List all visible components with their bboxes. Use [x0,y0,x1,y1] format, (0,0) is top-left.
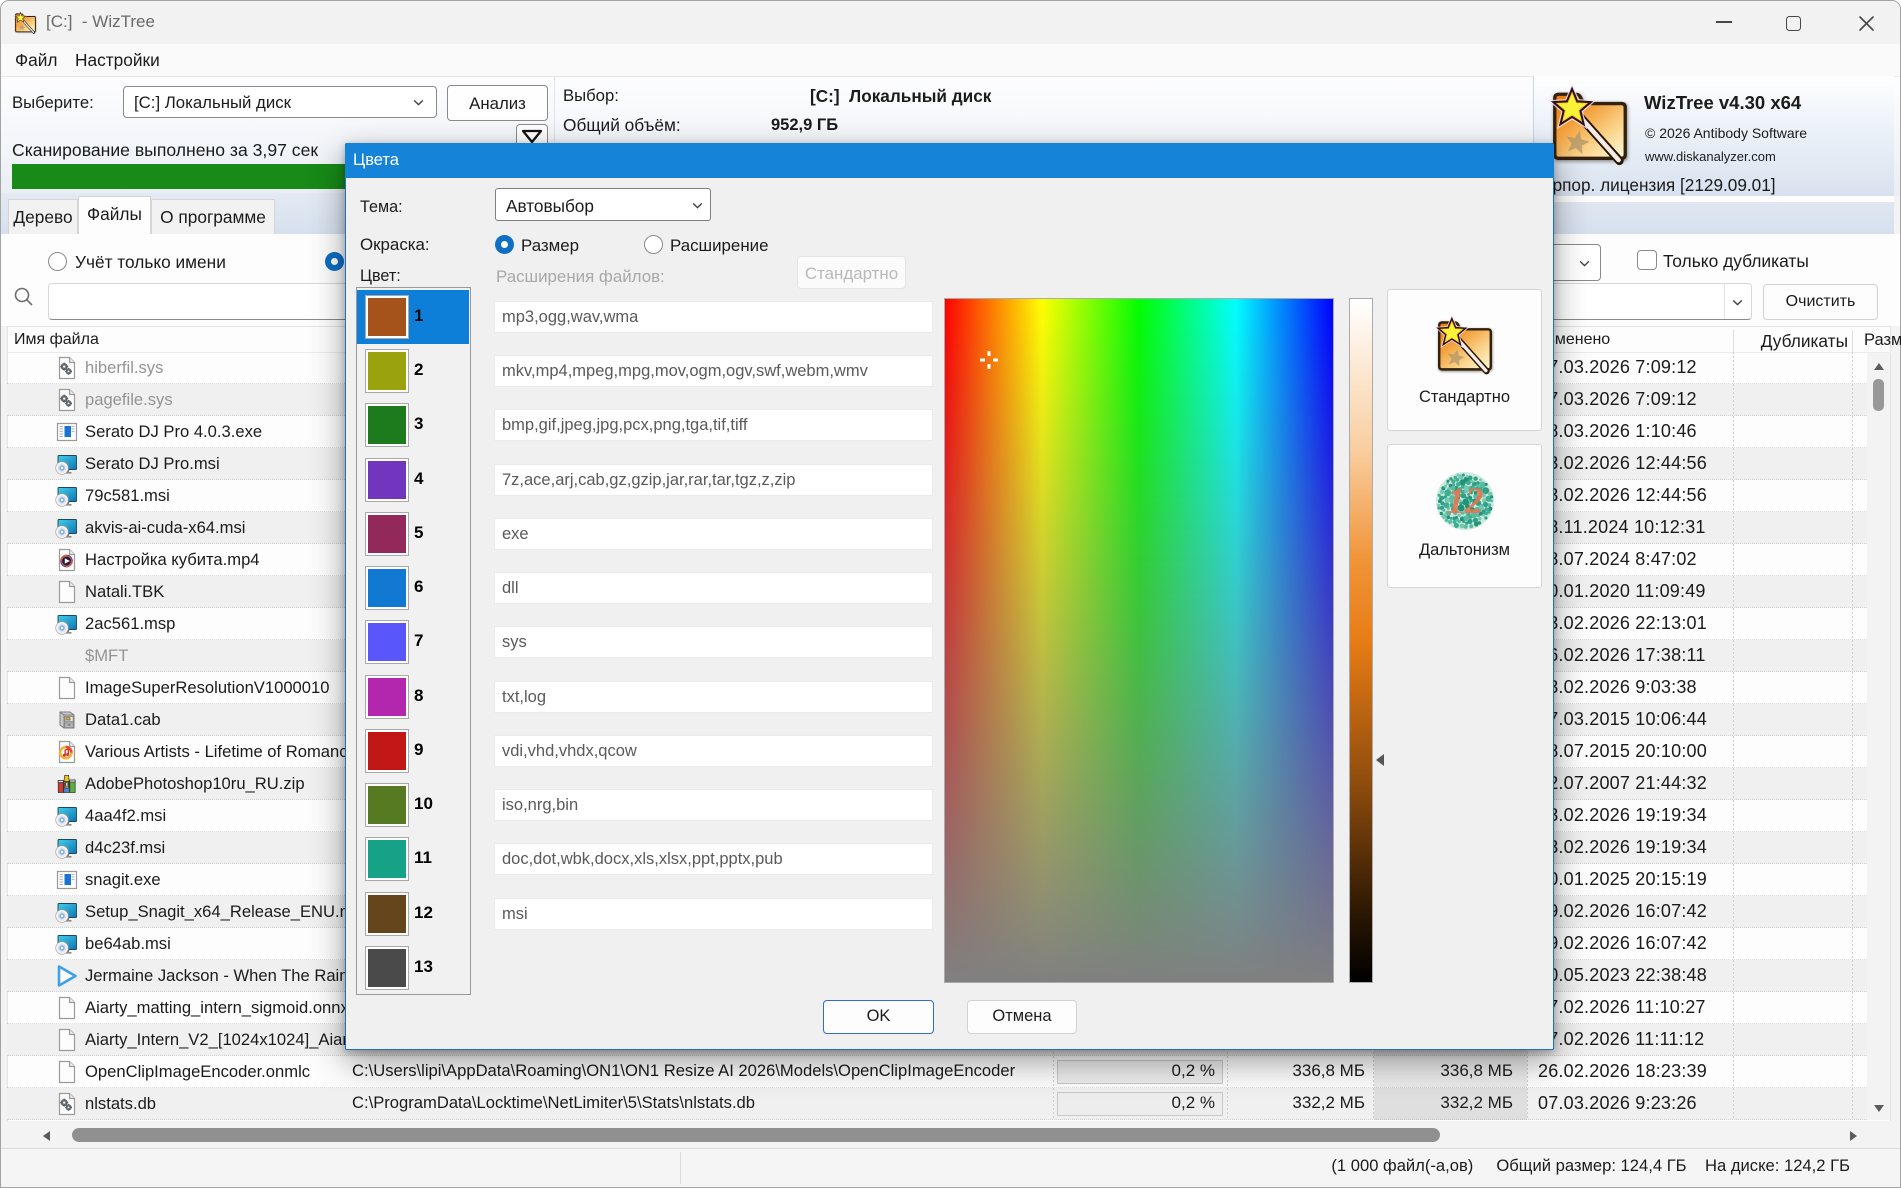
svg-text:12: 12 [1447,481,1484,522]
